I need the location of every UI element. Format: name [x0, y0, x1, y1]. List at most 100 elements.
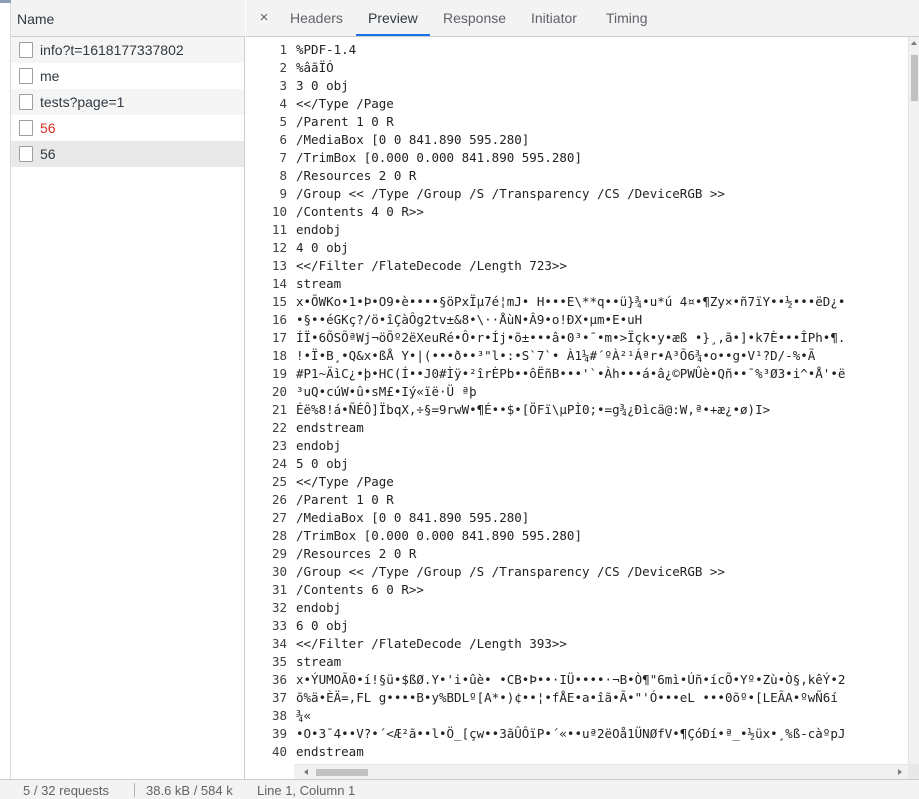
- code-line: 19 #P1~ÄìC¿•þ•HC(Í••J0#Ìÿ•²îrÈPb••ôËñB•••…: [246, 365, 908, 383]
- line-text: #P1~ÄìC¿•þ•HC(Í••J0#Ìÿ•²îrÈPb••ôËñB•••'`…: [296, 366, 846, 381]
- horizontal-scroll-thumb[interactable]: [316, 769, 368, 776]
- code-line: 20 ³uQ•cúW•û•sM£•Iý«ïë·Ü ªþ: [246, 383, 908, 401]
- code-line: 3 3 0 obj: [246, 77, 908, 95]
- scroll-right-arrow-icon[interactable]: [898, 769, 902, 775]
- line-text: stream: [296, 654, 342, 669]
- line-number: 30: [271, 564, 287, 579]
- tab-preview[interactable]: Preview: [356, 0, 430, 36]
- document-icon: [19, 42, 33, 58]
- line-text: endobj: [296, 600, 342, 615]
- tab-initiator[interactable]: Initiator: [519, 0, 589, 36]
- line-text: 4 0 obj: [296, 240, 349, 255]
- line-number: 21: [271, 402, 287, 417]
- code-line: 10/Contents 4 0 R>>: [246, 203, 908, 221]
- line-number: 8: [279, 168, 287, 183]
- line-text: <</Type /Page: [296, 474, 394, 489]
- line-text: x•ÝUMOÃ0•í!§ü•$ßØ.Y•'i•ûè• •CB•Þ••·IÜ•••…: [296, 672, 846, 687]
- code-line: 33 6 0 obj: [246, 617, 908, 635]
- line-text: /Group << /Type /Group /S /Transparency …: [296, 564, 725, 579]
- code-line: 23 endobj: [246, 437, 908, 455]
- line-text: x•ÕWKo•1•Þ•O9•è••••§öPxÏµ7é¦mJ• H•••E\**…: [296, 294, 846, 309]
- line-number: 18: [271, 348, 287, 363]
- name-column-header[interactable]: Name: [11, 0, 245, 37]
- line-number: 19: [271, 366, 287, 381]
- line-text: endstream: [296, 744, 364, 759]
- line-number: 15: [271, 294, 287, 309]
- line-text: /Group << /Type /Group /S /Transparency …: [296, 186, 725, 201]
- line-text: õ%ä•ÈÄ=,FL g••••B•y%BDLº[A*•)¢••¦•fÅE•a•…: [296, 690, 838, 705]
- line-number: 36: [271, 672, 287, 687]
- line-number: 29: [271, 546, 287, 561]
- request-row[interactable]: 56: [11, 141, 244, 167]
- line-number: 22: [271, 420, 287, 435]
- line-number: 40: [271, 744, 287, 759]
- code-line: 32 endobj: [246, 599, 908, 617]
- code-line: 25 <</Type /Page: [246, 473, 908, 491]
- line-text: 6 0 obj: [296, 618, 349, 633]
- line-number: 28: [271, 528, 287, 543]
- code-line: 34 <</Filter /FlateDecode /Length 393>>: [246, 635, 908, 653]
- request-name: info?t=1618177337802: [40, 42, 184, 58]
- line-text: /Resources 2 0 R: [296, 546, 417, 561]
- line-text: /Parent 1 0 R: [296, 492, 394, 507]
- code-line: 9/Group << /Type /Group /S /Transparency…: [246, 185, 908, 203]
- request-row[interactable]: info?t=1618177337802: [11, 37, 244, 63]
- response-panel: × Headers Preview Response Initiator Timing …: [246, 0, 919, 779]
- code-line: 29/Resources 2 0 R: [246, 545, 908, 563]
- code-line: 6/MediaBox [0 0 841.890 595.280]: [246, 131, 908, 149]
- response-tabbar: × Headers Preview Response Initiator Timing: [246, 0, 919, 37]
- line-text: /TrimBox [0.000 0.000 841.890 595.280]: [296, 528, 582, 543]
- vertical-scroll-thumb[interactable]: [911, 55, 918, 101]
- code-line: 37 õ%ä•ÈÄ=,FL g••••B•y%BDLº[A*•)¢••¦•fÅE•…: [246, 689, 908, 707]
- tab-response[interactable]: Response: [431, 0, 518, 36]
- tab-headers[interactable]: Headers: [278, 0, 355, 36]
- name-column-label: Name: [17, 11, 55, 27]
- tab-timing[interactable]: Timing: [594, 0, 660, 36]
- code-line: 17 ÍÏ•6ÕSÕªWj¬öÕº2ëXeuRé•Ô•r•Íj•õ±•••â•0³…: [246, 329, 908, 347]
- line-number: 39: [271, 726, 287, 741]
- line-text: /Resources 2 0 R: [296, 168, 417, 183]
- line-number: 41: [246, 761, 296, 764]
- line-number: 2: [279, 60, 287, 75]
- line-number: 6: [279, 132, 287, 147]
- code-line: 35 stream: [246, 653, 908, 671]
- line-number: 17: [271, 330, 287, 345]
- code-line: 5/Parent 1 0 R: [246, 113, 908, 131]
- line-text: /Parent 1 0 R: [296, 114, 394, 129]
- line-number: 11: [271, 222, 287, 237]
- line-number: 7: [279, 150, 287, 165]
- horizontal-scrollbar[interactable]: [294, 764, 908, 779]
- request-row[interactable]: 56: [11, 115, 244, 141]
- line-number: 5: [279, 114, 287, 129]
- code-line: 13 <</Filter /FlateDecode /Length 723>>: [246, 257, 908, 275]
- line-number: 4: [279, 96, 287, 111]
- line-text: /Contents 4 0 R>>: [296, 204, 424, 219]
- line-number: 35: [271, 654, 287, 669]
- code-line: 18 !•Ï•B¸•Q&x•ßÅ Y•|(•••ð••³"l•:•S`7`• À1…: [246, 347, 908, 365]
- document-icon: [19, 120, 33, 136]
- line-number: 12: [271, 240, 287, 255]
- code-line: 2 %âãÏÓ: [246, 59, 908, 77]
- line-text: !•Ï•B¸•Q&x•ßÅ Y•|(•••ð••³"l•:•S`7`• À1¼#…: [296, 348, 816, 363]
- code-line: 31/Contents 6 0 R>>: [246, 581, 908, 599]
- pdf-preview-code[interactable]: 1 %PDF-1.4 2 %âãÏÓ 3 3 0 obj 4 <</Type /Page 5/P…: [246, 37, 908, 764]
- vertical-scrollbar[interactable]: [908, 37, 919, 764]
- line-text: endstream: [296, 420, 364, 435]
- code-line: 28/TrimBox [0.000 0.000 841.890 595.280]: [246, 527, 908, 545]
- code-line: 8/Resources 2 0 R: [246, 167, 908, 185]
- line-number: 10: [271, 204, 287, 219]
- line-number: 31: [271, 582, 287, 597]
- line-number: 26: [271, 492, 287, 507]
- line-text: •O•3¯4••V?•´<Æ²ã••l•Ö_[çw••3ãÛÔïP•´«••uª…: [296, 726, 846, 741]
- request-row[interactable]: tests?page=1: [11, 89, 244, 115]
- left-edge-strip: [0, 0, 11, 799]
- request-list: info?t=1618177337802 me tests?page=1 56 56: [11, 37, 244, 167]
- scroll-up-arrow-icon[interactable]: [911, 41, 917, 45]
- close-panel-button[interactable]: ×: [254, 8, 274, 28]
- request-row[interactable]: me: [11, 63, 244, 89]
- scroll-left-arrow-icon[interactable]: [304, 769, 308, 775]
- line-number: 32: [271, 600, 287, 615]
- line-text: /Contents 6 0 R>>: [296, 582, 424, 597]
- line-text: <</Filter /FlateDecode /Length 723>>: [296, 258, 567, 273]
- request-name: 56: [40, 120, 56, 136]
